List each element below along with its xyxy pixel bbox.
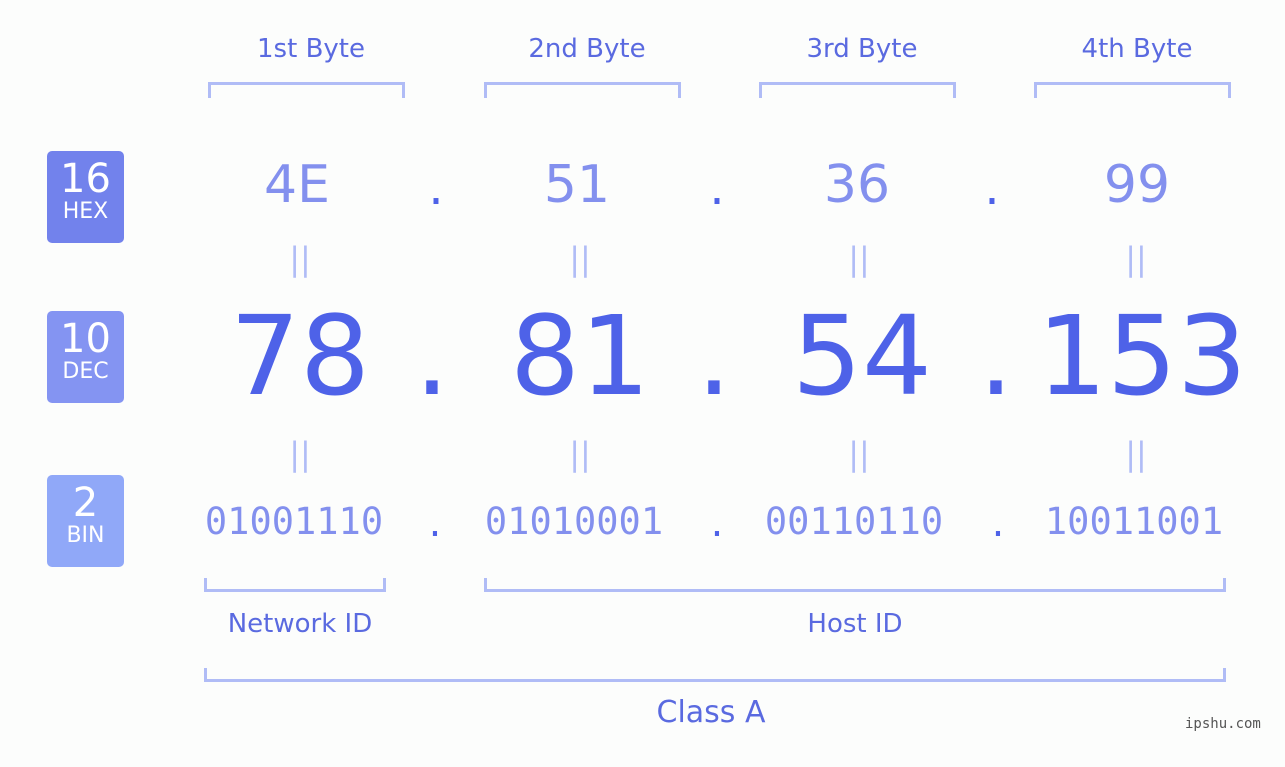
byte-bracket-3 (759, 82, 956, 98)
hex-base-number: 16 (60, 156, 111, 202)
byte-bracket-2 (484, 82, 681, 98)
hex-separator-1: . (428, 160, 444, 216)
bin-separator-1: . (428, 500, 442, 546)
bin-value-1: 01001110 (204, 500, 384, 543)
class-label: Class A (656, 695, 766, 730)
dec-badge: 10 DEC (47, 311, 124, 403)
equals-sign: || (1125, 240, 1147, 278)
dec-value-2: 81 (510, 292, 650, 420)
equals-sign: || (848, 240, 870, 278)
byte-header-2: 2nd Byte (528, 34, 646, 64)
byte-header-3: 3rd Byte (806, 34, 918, 64)
byte-header-4: 4th Byte (1081, 34, 1193, 64)
bin-value-4: 10011001 (1044, 500, 1224, 543)
equals-sign: || (569, 240, 591, 278)
dec-value-1: 78 (230, 292, 370, 420)
byte-bracket-1 (208, 82, 405, 98)
hex-value-3: 36 (823, 155, 891, 215)
dec-separator-1: . (414, 292, 450, 420)
bin-base-number: 2 (72, 480, 99, 526)
equals-sign: || (848, 435, 870, 473)
byte-bracket-4 (1034, 82, 1231, 98)
dec-value-3: 54 (792, 292, 932, 420)
dec-separator-3: . (978, 292, 1014, 420)
bin-base-label: BIN (66, 523, 105, 548)
dec-base-label: DEC (62, 359, 109, 384)
dec-separator-2: . (696, 292, 732, 420)
class-bracket (204, 668, 1226, 682)
hex-value-1: 4E (264, 155, 330, 215)
bin-value-3: 00110110 (764, 500, 944, 543)
hex-separator-3: . (984, 160, 1000, 216)
bin-value-2: 01010001 (484, 500, 664, 543)
equals-sign: || (569, 435, 591, 473)
network-id-label: Network ID (227, 609, 373, 639)
equals-sign: || (289, 240, 311, 278)
watermark: ipshu.com (1185, 716, 1261, 732)
hex-badge: 16 HEX (47, 151, 124, 243)
byte-header-1: 1st Byte (257, 34, 365, 64)
hex-separator-2: . (709, 160, 725, 216)
host-id-label: Host ID (807, 609, 903, 639)
hex-value-2: 51 (543, 155, 611, 215)
bin-separator-2: . (710, 500, 724, 546)
dec-value-4: 153 (1037, 292, 1247, 420)
hex-value-4: 99 (1103, 155, 1171, 215)
equals-sign: || (1125, 435, 1147, 473)
dec-base-number: 10 (60, 316, 111, 362)
bin-separator-3: . (991, 500, 1005, 546)
network-id-bracket (204, 578, 386, 592)
host-id-bracket (484, 578, 1226, 592)
hex-base-label: HEX (62, 199, 109, 224)
bin-badge: 2 BIN (47, 475, 124, 567)
equals-sign: || (289, 435, 311, 473)
